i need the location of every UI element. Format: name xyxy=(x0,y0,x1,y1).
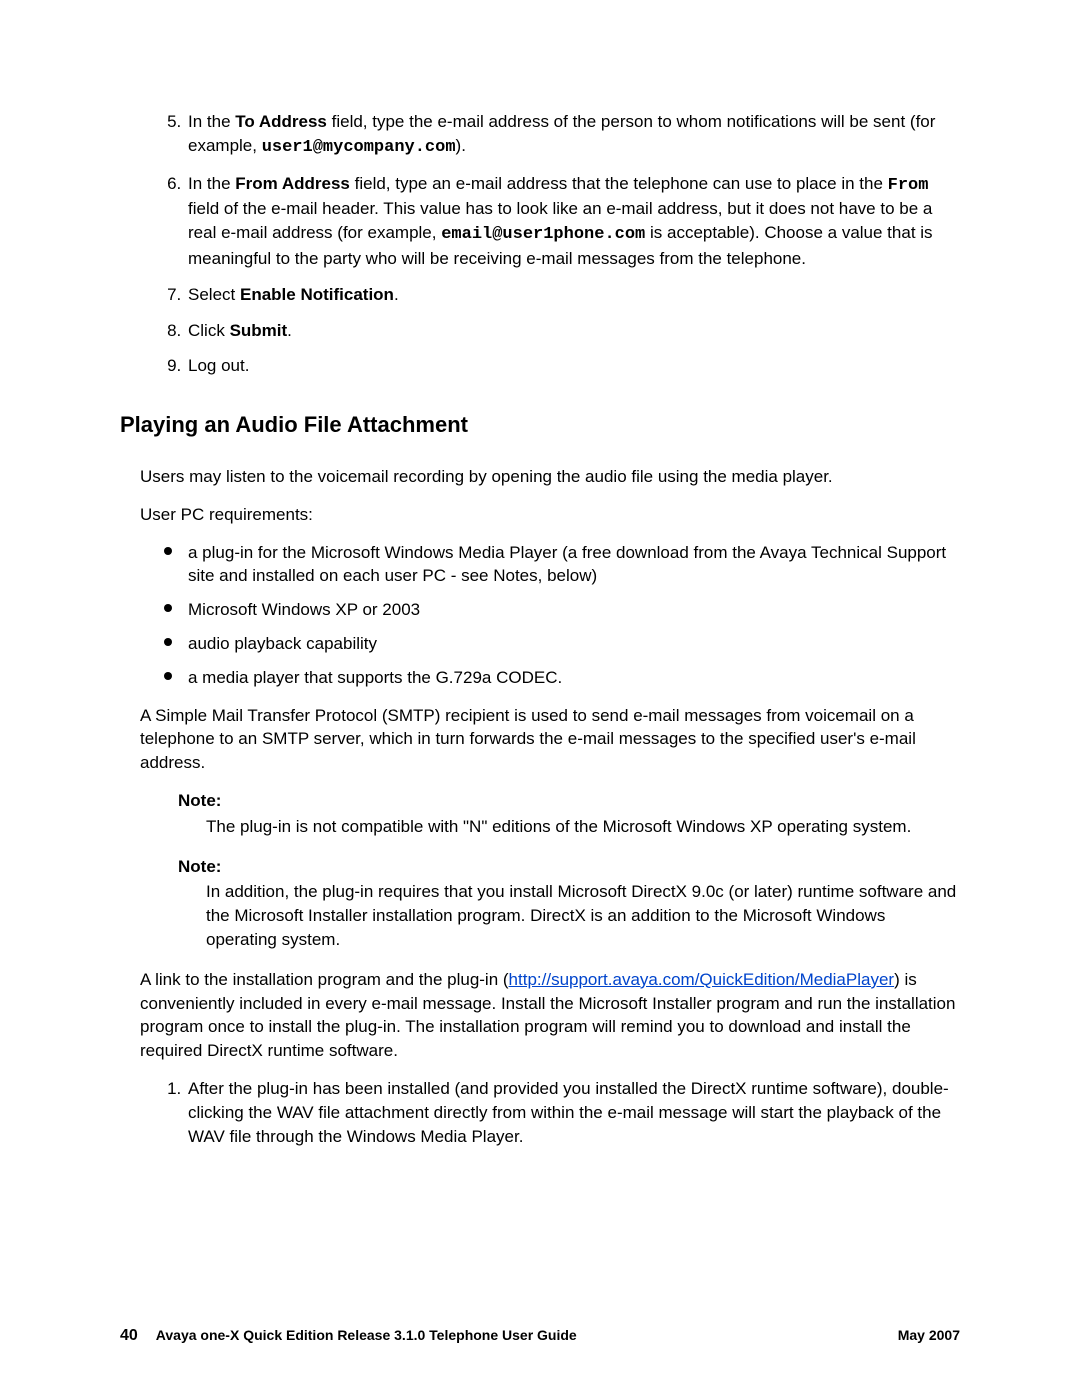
requirement-item: a media player that supports the G.729a … xyxy=(160,666,960,690)
note-label: Note: xyxy=(178,855,960,879)
step-item: Click Submit. xyxy=(186,319,960,343)
note-label: Note: xyxy=(178,789,960,813)
requirements-list: a plug-in for the Microsoft Windows Medi… xyxy=(160,541,960,690)
requirement-item: Microsoft Windows XP or 2003 xyxy=(160,598,960,622)
requirements-label: User PC requirements: xyxy=(140,503,960,527)
note-block-2: Note: In addition, the plug-in requires … xyxy=(178,855,960,952)
step-item: After the plug-in has been installed (an… xyxy=(186,1077,960,1148)
footer-date: May 2007 xyxy=(898,1326,960,1346)
note-body: In addition, the plug-in requires that y… xyxy=(206,880,960,951)
media-player-link[interactable]: http://support.avaya.com/QuickEdition/Me… xyxy=(509,970,895,989)
intro-paragraph: Users may listen to the voicemail record… xyxy=(140,465,960,489)
step-item: Select Enable Notification. xyxy=(186,283,960,307)
step-item: In the From Address field, type an e-mai… xyxy=(186,172,960,271)
install-link-paragraph: A link to the installation program and t… xyxy=(140,968,960,1063)
steps-list-second: After the plug-in has been installed (an… xyxy=(152,1077,960,1148)
smtp-paragraph: A Simple Mail Transfer Protocol (SMTP) r… xyxy=(140,704,960,775)
footer-document-title: Avaya one-X Quick Edition Release 3.1.0 … xyxy=(156,1326,577,1346)
step-item: Log out. xyxy=(186,354,960,378)
page-footer: 40 Avaya one-X Quick Edition Release 3.1… xyxy=(120,1325,960,1347)
note-block-1: Note: The plug-in is not compatible with… xyxy=(178,789,960,839)
footer-page-number: 40 xyxy=(120,1325,138,1347)
link-prefix-text: A link to the installation program and t… xyxy=(140,970,509,989)
section-heading: Playing an Audio File Attachment xyxy=(120,410,960,441)
step-item: In the To Address field, type the e-mail… xyxy=(186,110,960,160)
note-body: The plug-in is not compatible with "N" e… xyxy=(206,815,960,839)
requirement-item: a plug-in for the Microsoft Windows Medi… xyxy=(160,541,960,589)
steps-list-first: In the To Address field, type the e-mail… xyxy=(152,110,960,378)
requirement-item: audio playback capability xyxy=(160,632,960,656)
